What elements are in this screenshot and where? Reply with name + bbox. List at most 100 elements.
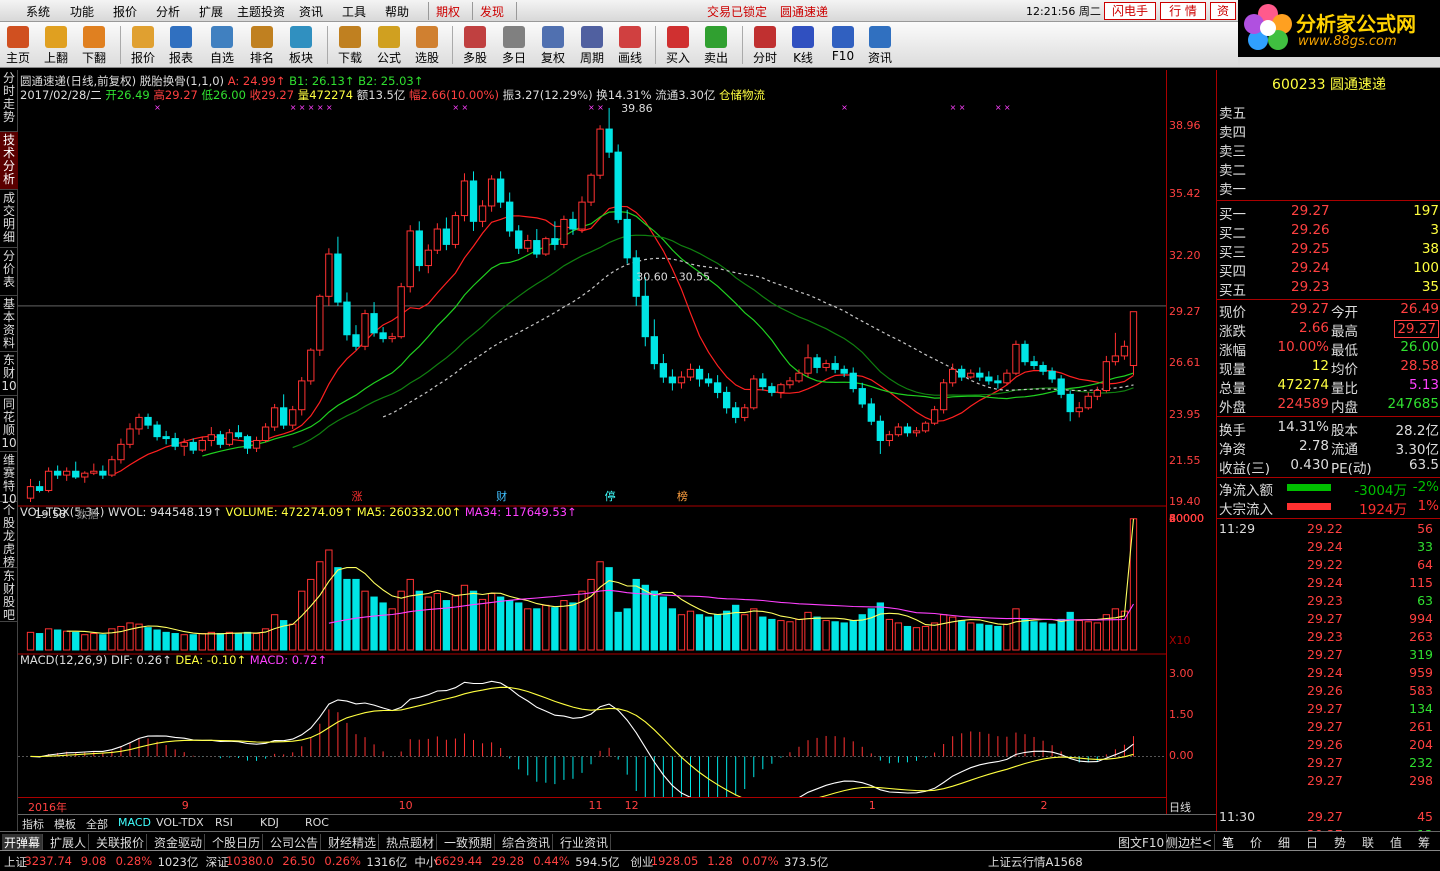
indicator-tab[interactable]: MACD (118, 816, 151, 829)
buy-level-row[interactable]: 买五 29.23 35 (1219, 279, 1439, 299)
menu-quote[interactable]: 报价 (113, 3, 137, 20)
sell-level-row[interactable]: 卖一 (1219, 178, 1439, 198)
left-tab-4[interactable]: 基本资料 (0, 296, 18, 352)
info-tab[interactable]: 行业资讯 (558, 834, 612, 851)
event-marker[interactable]: 榜 (677, 489, 688, 503)
indicator-tab[interactable]: 全部 (86, 816, 108, 832)
info-tab[interactable]: 开弹幕 (2, 834, 44, 851)
kline-chart[interactable]: 39.8619.58 数据30.60 - 30.55涨财停榜× × × × × × × × × × ×… (18, 70, 1166, 797)
menu-extend[interactable]: 扩展 (199, 3, 223, 20)
download-button[interactable]: 下载 (333, 24, 367, 66)
multi-day-button[interactable]: 多日 (497, 24, 531, 66)
status-item[interactable]: 上证云行情A1568 (988, 854, 1083, 870)
sell-level-row[interactable]: 卖四 (1219, 121, 1439, 141)
sidebar-toggle[interactable]: 侧边栏< (1164, 834, 1216, 851)
multi-stock-button[interactable]: 多股 (458, 24, 492, 66)
sell-level-row[interactable]: 卖三 (1219, 140, 1439, 160)
kline-button[interactable]: K线 (786, 24, 820, 66)
page-up-button[interactable]: 上翻 (39, 24, 73, 66)
quote-panel-tab[interactable]: 日 (1306, 834, 1318, 851)
event-marker[interactable]: 停 (605, 489, 616, 503)
info-tab[interactable]: 财经精选 (326, 834, 380, 851)
buy-level-volume: 38 (1421, 241, 1439, 257)
menu-news[interactable]: 资讯 (299, 3, 323, 20)
market-button[interactable]: 行 情 (1160, 2, 1206, 20)
quote-value: 247685 (1387, 396, 1439, 412)
event-marker[interactable]: 涨 (351, 490, 362, 503)
buy-button[interactable]: 买入 (661, 24, 695, 66)
quote-panel-tab[interactable]: 值 (1390, 834, 1402, 851)
graphic-f10-tab[interactable]: 图文F10 (1116, 834, 1168, 851)
news-button[interactable]: 资讯 (863, 24, 897, 66)
f10-button[interactable]: F10 (826, 24, 860, 66)
sell-level-row[interactable]: 卖二 (1219, 159, 1439, 179)
quote-panel-tab[interactable]: 联 (1362, 834, 1374, 851)
tick-volume: 232 (1409, 755, 1433, 770)
adjust-button[interactable]: 复权 (536, 24, 570, 66)
left-tab-5[interactable]: 东财10 (0, 352, 18, 396)
quote-button[interactable]: 报价 (126, 24, 160, 66)
buy-level-row[interactable]: 买一 29.27 197 (1219, 203, 1439, 223)
left-tab-0[interactable]: 分时走势 (0, 70, 18, 132)
volume-bar (44, 628, 53, 651)
info-tab[interactable]: 热点题材 (384, 834, 438, 851)
ranking-button[interactable]: 排名 (245, 24, 279, 66)
report-button[interactable]: 报表 (164, 24, 198, 66)
buy-level-row[interactable]: 买二 29.26 3 (1219, 222, 1439, 242)
menu-help[interactable]: 帮助 (385, 3, 409, 20)
indicator-tab[interactable]: KDJ (260, 816, 279, 829)
candle (433, 223, 442, 255)
page-down-button[interactable]: 下翻 (77, 24, 111, 66)
sell-level-row[interactable]: 卖五 (1219, 102, 1439, 122)
buy-level-row[interactable]: 买三 29.25 38 (1219, 241, 1439, 261)
left-tab-3[interactable]: 分价表 (0, 248, 18, 296)
formula-button[interactable]: 公式 (372, 24, 406, 66)
indicator-tab[interactable]: VOL-TDX (156, 816, 204, 829)
period-button[interactable]: 周期 (575, 24, 609, 66)
period-label[interactable]: 日线 (1169, 799, 1191, 815)
price-axis-label: 21.55 (1169, 453, 1201, 467)
menu-options[interactable]: 期权 (436, 3, 460, 20)
sell-button[interactable]: 卖出 (699, 24, 733, 66)
info-tab[interactable]: 公司公告 (268, 834, 322, 851)
flash-trade-button[interactable]: 闪电手 (1104, 2, 1156, 20)
menu-theme-invest[interactable]: 主题投资 (237, 3, 285, 20)
stock-picker-button[interactable]: 选股 (410, 24, 444, 66)
menu-tools[interactable]: 工具 (342, 3, 366, 20)
event-marker[interactable]: 财 (496, 489, 507, 503)
left-tab-8[interactable]: 个股龙虎榜 (0, 502, 18, 569)
menu-function[interactable]: 功能 (70, 3, 94, 20)
indicator-tab[interactable]: RSI (215, 816, 233, 829)
quote-panel-tab[interactable]: 势 (1334, 834, 1346, 851)
left-tab-2[interactable]: 成交明细 (0, 190, 18, 248)
home-button[interactable]: 主页 (1, 24, 35, 66)
indicator-tab[interactable]: 模板 (54, 816, 76, 832)
volume-bar (126, 622, 134, 651)
quote-panel-tab[interactable]: 筹 (1418, 834, 1430, 851)
intraday-button[interactable]: 分时 (748, 24, 782, 66)
menu-analysis[interactable]: 分析 (156, 3, 180, 20)
stock-title[interactable]: 600233 圆通速递 (1217, 74, 1440, 94)
info-tab[interactable]: 关联报价 (94, 834, 148, 851)
menu-system[interactable]: 系统 (26, 3, 50, 20)
left-tab-1[interactable]: 技术分析 (0, 132, 18, 190)
info-tab[interactable]: 扩展人 (48, 834, 90, 851)
indicator-tab[interactable]: 指标 (22, 816, 44, 832)
left-tab-6[interactable]: 同花顺10 (0, 396, 18, 452)
indicator-tab[interactable]: ROC (305, 816, 329, 829)
info-tab[interactable]: 一致预期 (442, 834, 496, 851)
watchlist-button[interactable]: 自选 (205, 24, 239, 66)
info-tab[interactable]: 资金驱动 (152, 834, 206, 851)
info-tab[interactable]: 综合资讯 (500, 834, 554, 851)
draw-line-button[interactable]: 画线 (613, 24, 647, 66)
quote-panel-tab[interactable]: 笔 (1222, 834, 1234, 851)
quote-panel-tab[interactable]: 细 (1278, 834, 1290, 851)
info-button[interactable]: 资 (1210, 2, 1236, 20)
sector-button[interactable]: 板块 (284, 24, 318, 66)
left-tab-9[interactable]: 东财股吧 (0, 568, 18, 622)
quote-panel-tab[interactable]: 价 (1250, 834, 1262, 851)
menu-discover[interactable]: 发现 (480, 3, 504, 20)
info-tab[interactable]: 个股日历 (210, 834, 264, 851)
buy-level-row[interactable]: 买四 29.24 100 (1219, 260, 1439, 280)
left-tab-7[interactable]: 维赛特10 (0, 452, 18, 506)
